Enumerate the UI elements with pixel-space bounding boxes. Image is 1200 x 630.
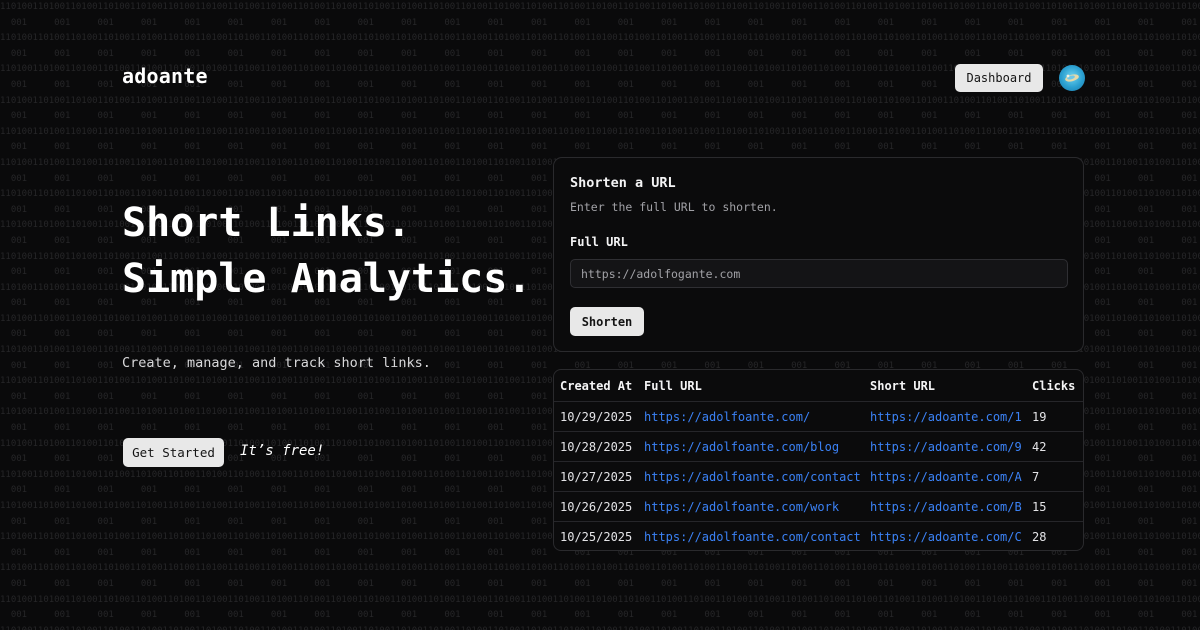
table-row: 10/27/2025 https://adolfoante.com/contac… <box>554 461 1083 492</box>
hero-subtitle: Create, manage, and track short links. <box>122 355 431 371</box>
column-header-created-at: Created At <box>554 370 638 402</box>
shorten-button[interactable]: Shorten <box>570 307 644 336</box>
links-table: Created At Full URL Short URL Clicks 10/… <box>554 370 1083 551</box>
card-title: Shorten a URL <box>570 175 676 191</box>
links-table-container: Created At Full URL Short URL Clicks 10/… <box>553 369 1084 551</box>
background-pattern-row: 1101001101001101001101001101001101001101… <box>0 95 1200 106</box>
card-description: Enter the full URL to shorten. <box>570 200 778 214</box>
full-url-input[interactable] <box>570 259 1068 288</box>
avatar-graphic <box>1065 74 1079 82</box>
hero-title: Short Links. Simple Analytics. <box>122 200 531 302</box>
full-url-link[interactable]: https://adolfoante.com/ <box>638 401 864 432</box>
background-pattern-row: 1101001101001101001101001101001101001101… <box>0 563 1200 574</box>
short-url-link[interactable]: https://adoante.com/A <box>864 461 1026 492</box>
background-pattern-row: 001 001 001 001 001 001 001 001 001 001 … <box>10 17 1198 28</box>
hero-title-line-2: Simple Analytics. <box>122 256 532 302</box>
created-at-cell: 10/26/2025 <box>554 491 638 522</box>
full-url-link[interactable]: https://adolfoante.com/blog <box>638 431 864 462</box>
background-pattern-row: 1101001101001101001101001101001101001101… <box>0 624 1200 630</box>
short-url-link[interactable]: https://adoante.com/9 <box>864 431 1026 462</box>
clicks-cell: 42 <box>1026 431 1083 462</box>
table-header-row: Created At Full URL Short URL Clicks <box>554 370 1083 402</box>
column-header-clicks: Clicks <box>1026 370 1083 402</box>
background-pattern-row: 1101001101001101001101001101001101001101… <box>0 594 1200 605</box>
background-pattern-row: 001 001 001 001 001 001 001 001 001 001 … <box>10 111 1198 122</box>
table-row: 10/25/2025 https://adolfoante.com/contac… <box>554 522 1083 551</box>
short-url-link[interactable]: https://adoante.com/1 <box>864 401 1026 432</box>
full-url-link[interactable]: https://adolfoante.com/contact <box>638 522 864 551</box>
table-row: 10/28/2025 https://adolfoante.com/blog h… <box>554 431 1083 462</box>
table-row: 10/26/2025 https://adolfoante.com/work h… <box>554 491 1083 522</box>
short-url-link[interactable]: https://adoante.com/C <box>864 522 1026 551</box>
hero-title-line-1: Short Links. <box>122 200 411 246</box>
background-pattern-row: 1101001101001101001101001101001101001101… <box>0 2 1200 12</box>
full-url-label: Full URL <box>570 235 628 249</box>
get-started-button[interactable]: Get Started <box>123 438 224 467</box>
created-at-cell: 10/28/2025 <box>554 431 638 462</box>
background-pattern-row: 1101001101001101001101001101001101001101… <box>0 33 1200 44</box>
background-pattern-row: 001 001 001 001 001 001 001 001 001 001 … <box>10 578 1198 589</box>
background-pattern-row: 001 001 001 001 001 001 001 001 001 001 … <box>10 48 1198 59</box>
free-note: It’s free! <box>240 443 325 459</box>
created-at-cell: 10/29/2025 <box>554 401 638 432</box>
clicks-cell: 7 <box>1026 461 1083 492</box>
shorten-url-card: Shorten a URL Enter the full URL to shor… <box>553 157 1084 352</box>
column-header-full-url: Full URL <box>638 370 864 402</box>
clicks-cell: 15 <box>1026 491 1083 522</box>
column-header-short-url: Short URL <box>864 370 1026 402</box>
created-at-cell: 10/27/2025 <box>554 461 638 492</box>
background-pattern-row: 001 001 001 001 001 001 001 001 001 001 … <box>10 142 1198 153</box>
created-at-cell: 10/25/2025 <box>560 529 633 544</box>
full-url-link[interactable]: https://adolfoante.com/contact <box>638 461 864 492</box>
user-avatar-icon[interactable] <box>1059 65 1085 91</box>
background-pattern-row: 001 001 001 001 001 001 001 001 001 001 … <box>10 610 1198 621</box>
clicks-cell: 19 <box>1026 401 1083 432</box>
brand-logo[interactable]: adoante <box>122 64 208 88</box>
background-pattern-row: 1101001101001101001101001101001101001101… <box>0 126 1200 137</box>
full-url-link[interactable]: https://adolfoante.com/work <box>638 491 864 522</box>
clicks-cell: 28 <box>1032 529 1047 544</box>
table-row: 10/29/2025 https://adolfoante.com/ https… <box>554 401 1083 432</box>
short-url-link[interactable]: https://adoante.com/B <box>864 491 1026 522</box>
dashboard-button[interactable]: Dashboard <box>955 64 1043 92</box>
